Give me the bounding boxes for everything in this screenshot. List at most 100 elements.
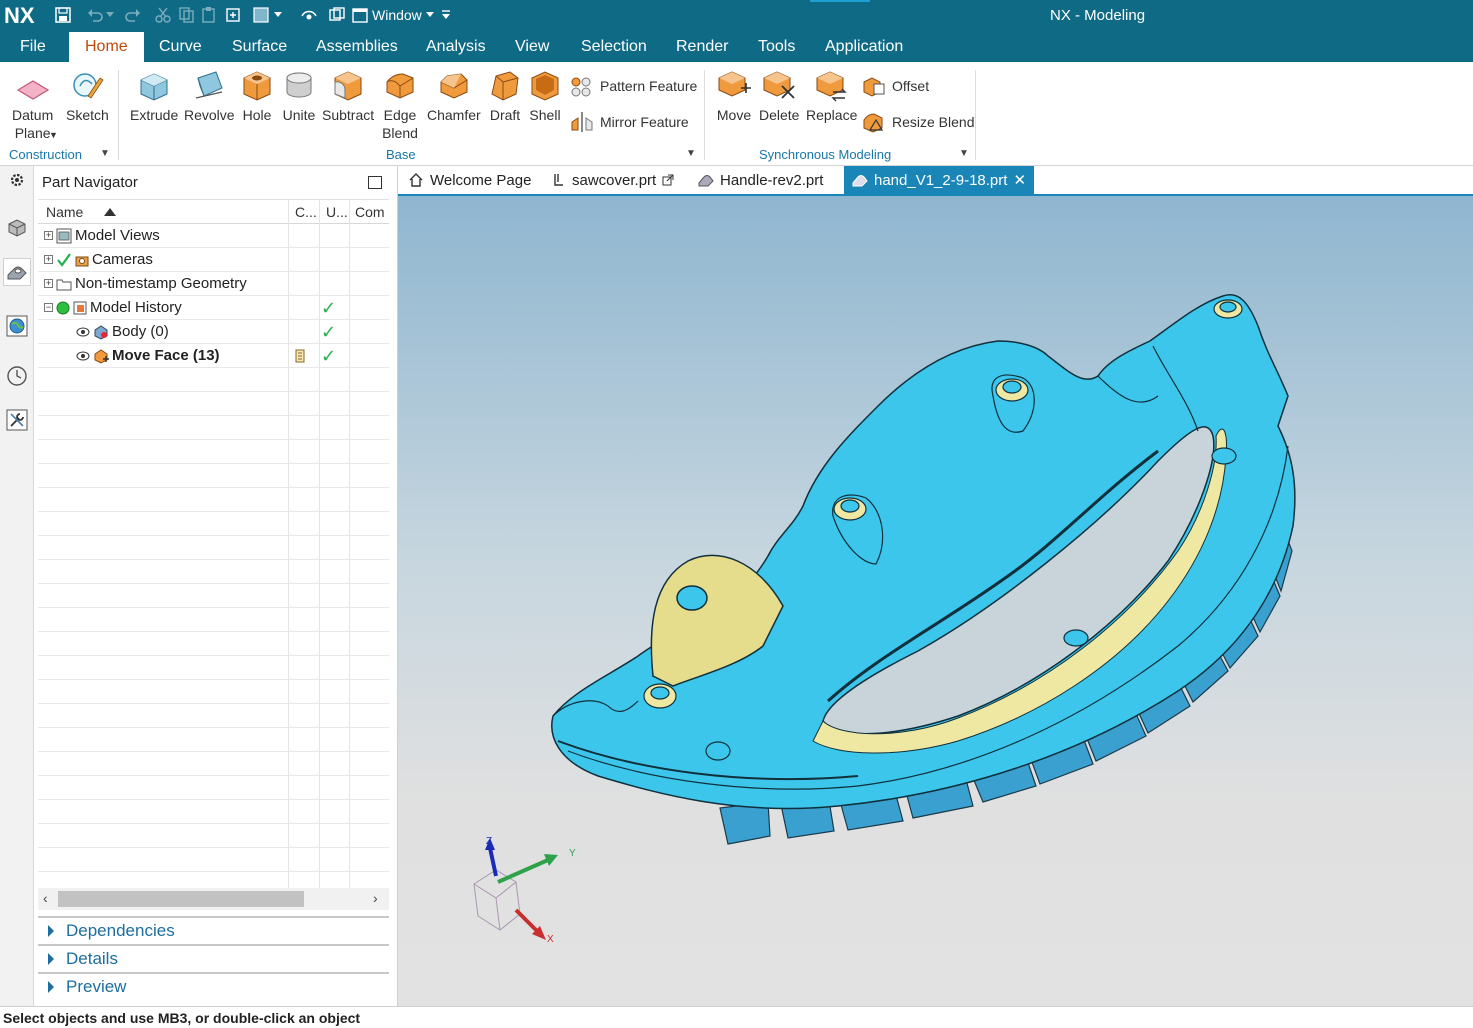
- scroll-left-icon[interactable]: ‹: [43, 890, 48, 906]
- delete-face-button[interactable]: Delete: [759, 66, 799, 124]
- web-browser-icon[interactable]: [3, 312, 31, 340]
- scroll-right-icon[interactable]: ›: [373, 890, 378, 906]
- empty-row: [38, 584, 389, 608]
- tab-welcome-page[interactable]: Welcome Page: [400, 166, 539, 194]
- construction-group-dropdown-icon[interactable]: ▼: [100, 148, 110, 159]
- offset-region-button[interactable]: Offset: [862, 74, 929, 98]
- move-face-button[interactable]: Move: [716, 66, 752, 124]
- tools-wrench-icon[interactable]: [3, 406, 31, 434]
- tab-home[interactable]: Home: [69, 32, 144, 62]
- tab-surface[interactable]: Surface: [230, 32, 289, 62]
- maximize-icon[interactable]: [368, 176, 382, 189]
- expand-icon[interactable]: +: [44, 231, 53, 240]
- empty-row: [38, 440, 389, 464]
- repeat-command-icon[interactable]: [222, 4, 244, 26]
- empty-row: [38, 632, 389, 656]
- chamfer-button[interactable]: Chamfer: [427, 66, 481, 124]
- tab-hand-v1[interactable]: hand_V1_2-9-18.prt ✕: [844, 166, 1035, 194]
- preview-section[interactable]: Preview: [38, 972, 389, 1000]
- tab-file[interactable]: File: [18, 32, 48, 62]
- tree-row[interactable]: Body (0) ✓: [38, 320, 389, 344]
- tab-analysis[interactable]: Analysis: [424, 32, 488, 62]
- tab-selection[interactable]: Selection: [579, 32, 649, 62]
- hole-button[interactable]: Hole: [239, 66, 275, 124]
- resource-bar: [0, 166, 34, 1006]
- undo-icon[interactable]: [84, 4, 106, 26]
- switch-window-icon[interactable]: [326, 4, 348, 26]
- tree-row[interactable]: + Model Views: [38, 224, 389, 248]
- graphics-window[interactable]: Z Y X: [398, 196, 1473, 1006]
- touch-mode-icon[interactable]: [298, 4, 320, 26]
- display-mode-icon[interactable]: [250, 4, 272, 26]
- revolve-button[interactable]: Revolve: [184, 66, 235, 124]
- redo-icon[interactable]: [122, 4, 144, 26]
- copy-icon[interactable]: [176, 4, 198, 26]
- column-comment[interactable]: Com: [355, 204, 385, 220]
- nx-window: NX Window NX - Modeling File Home Curve …: [0, 0, 1473, 1028]
- empty-row: [38, 800, 389, 824]
- model-history-icon: [73, 301, 87, 314]
- tree-row[interactable]: − Model History ✓: [38, 296, 389, 320]
- column-up-to-date[interactable]: U...: [326, 204, 348, 220]
- tree-row[interactable]: + Non-timestamp Geometry: [38, 272, 389, 296]
- tab-curve[interactable]: Curve: [157, 32, 204, 62]
- window-menu[interactable]: Window: [352, 5, 434, 25]
- edge-blend-button[interactable]: Edge Blend: [382, 66, 418, 142]
- tab-assemblies[interactable]: Assemblies: [314, 32, 400, 62]
- window-title: NX - Modeling: [1050, 7, 1146, 24]
- details-section[interactable]: Details: [38, 944, 389, 972]
- datum-plane-button[interactable]: Datum Plane: [12, 66, 53, 142]
- extrude-icon: [136, 66, 172, 102]
- view-triad[interactable]: [468, 832, 578, 952]
- datum-plane-dropdown-icon[interactable]: ▼: [49, 130, 58, 140]
- tree-row[interactable]: + Cameras: [38, 248, 389, 272]
- paste-icon[interactable]: [198, 4, 220, 26]
- tab-sawcover[interactable]: sawcover.prt: [544, 166, 682, 194]
- dependencies-section[interactable]: Dependencies: [38, 916, 389, 944]
- cut-icon[interactable]: [152, 4, 174, 26]
- expand-icon[interactable]: +: [44, 255, 53, 264]
- extrude-button[interactable]: Extrude: [130, 66, 178, 124]
- modified-indicator-icon: [662, 174, 674, 186]
- undo-dropdown-icon[interactable]: [104, 4, 116, 26]
- save-icon[interactable]: [52, 4, 74, 26]
- scrollbar-thumb[interactable]: [58, 891, 304, 907]
- part-navigator-title: Part Navigator: [42, 174, 138, 191]
- part-navigator-icon[interactable]: [3, 258, 31, 286]
- synchronous-modeling-group-dropdown-icon[interactable]: ▼: [959, 148, 969, 159]
- nx-logo: NX: [4, 3, 35, 28]
- expand-icon[interactable]: +: [44, 279, 53, 288]
- collapse-icon[interactable]: −: [44, 303, 53, 312]
- tab-application[interactable]: Application: [823, 32, 905, 62]
- pattern-feature-button[interactable]: Pattern Feature: [570, 74, 697, 98]
- history-clock-icon[interactable]: [3, 362, 31, 390]
- tree-row-label: Cameras: [92, 251, 153, 268]
- tab-render[interactable]: Render: [674, 32, 730, 62]
- assembly-navigator-icon[interactable]: [3, 214, 31, 242]
- mirror-feature-button[interactable]: Mirror Feature: [570, 110, 689, 134]
- draft-label: Draft: [489, 107, 521, 123]
- resize-blend-button[interactable]: Resize Blend: [862, 110, 975, 134]
- base-group-dropdown-icon[interactable]: ▼: [686, 148, 696, 159]
- horizontal-scrollbar[interactable]: ‹ ›: [38, 888, 389, 910]
- tab-view[interactable]: View: [513, 32, 551, 62]
- subtract-label: Subtract: [322, 107, 375, 123]
- column-name[interactable]: Name: [46, 204, 83, 220]
- customize-quick-access-icon[interactable]: [438, 4, 454, 26]
- tree-row[interactable]: Move Face (13) ✓: [38, 344, 389, 368]
- unite-button[interactable]: Unite: [281, 66, 317, 124]
- display-dropdown-icon[interactable]: [272, 4, 284, 26]
- subtract-button[interactable]: Subtract: [322, 66, 374, 124]
- sketch-button[interactable]: Sketch: [66, 66, 109, 124]
- draft-button[interactable]: Draft: [487, 66, 523, 124]
- tab-handle-rev2[interactable]: Handle-rev2.prt: [690, 166, 831, 194]
- column-current[interactable]: C...: [295, 204, 317, 220]
- visibility-eye-icon[interactable]: [76, 350, 90, 362]
- close-tab-icon[interactable]: ✕: [1013, 171, 1026, 189]
- replace-face-button[interactable]: Replace: [806, 66, 857, 124]
- visibility-eye-icon[interactable]: [76, 326, 90, 338]
- tab-tools[interactable]: Tools: [756, 32, 797, 62]
- shell-button[interactable]: Shell: [527, 66, 563, 124]
- settings-gear-icon[interactable]: [3, 166, 31, 194]
- shell-icon: [527, 66, 563, 102]
